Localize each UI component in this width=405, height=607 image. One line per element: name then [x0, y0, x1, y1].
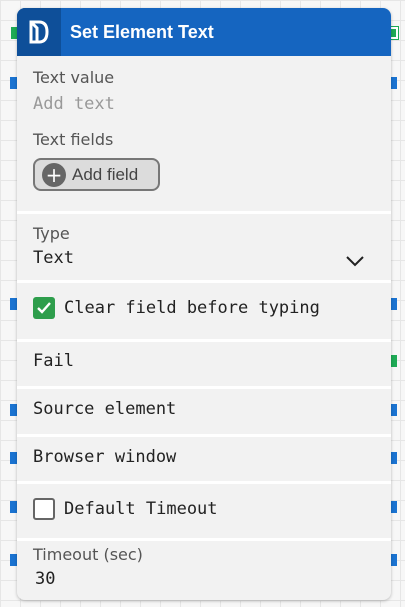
browser-window-label: Browser window: [33, 447, 177, 467]
source-element-label: Source element: [33, 399, 177, 419]
text-value-input[interactable]: Add text: [33, 94, 115, 114]
divider: [17, 280, 391, 283]
set-element-text-node[interactable]: Set Element Text Text value Add text Tex…: [17, 8, 391, 600]
fail-label: Fail: [33, 351, 74, 371]
logo-icon: [17, 8, 61, 56]
divider: [17, 481, 391, 484]
timeout-label: Timeout (sec): [33, 545, 143, 564]
divider: [17, 339, 391, 342]
divider: [17, 211, 391, 214]
divider: [17, 538, 391, 541]
node-title: Set Element Text: [70, 22, 214, 42]
clear-field-checkbox[interactable]: [33, 297, 55, 319]
clear-field-label: Clear field before typing: [64, 298, 320, 318]
divider: [17, 386, 391, 389]
chevron-down-icon[interactable]: [345, 252, 365, 271]
divider: [17, 434, 391, 437]
text-value-label: Text value: [33, 68, 115, 87]
add-field-label: Add field: [72, 164, 139, 184]
default-timeout-label: Default Timeout: [64, 499, 218, 519]
timeout-input[interactable]: 30: [35, 569, 55, 589]
type-select-value[interactable]: Text: [33, 248, 74, 268]
text-fields-label: Text fields: [33, 130, 114, 149]
check-icon: [37, 302, 51, 314]
default-timeout-checkbox[interactable]: [33, 498, 55, 520]
add-field-button[interactable]: + Add field: [33, 158, 160, 191]
canvas: { "node": { "title": "Set Element Text",…: [0, 0, 405, 607]
type-label: Type: [33, 224, 70, 243]
node-header[interactable]: Set Element Text: [17, 8, 391, 56]
plus-icon: +: [42, 162, 66, 187]
